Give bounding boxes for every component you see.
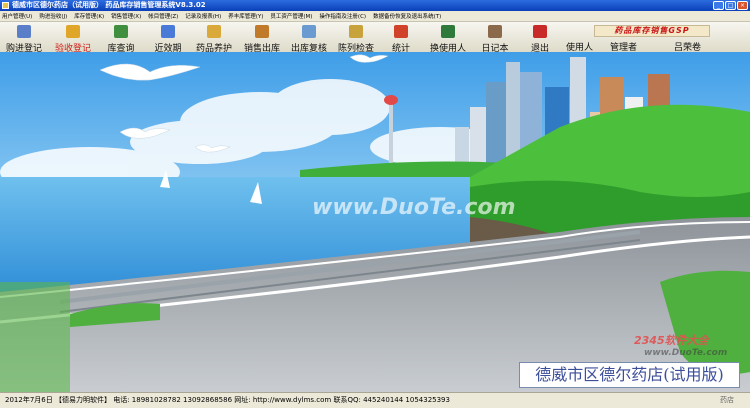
menu-bar: 用户管理(U) 购进验收(J) 库存管理(K) 销售管理(X) 帐目管理(Z) … [0,11,750,22]
check-pen-icon [66,25,80,38]
wallpaper-scene: www.DuoTe.com 2345软件大全 www.DuoTe.com [0,52,750,392]
checklist-icon [302,25,316,38]
near-expiry-button[interactable]: 近效期 [148,22,188,54]
menu-sales[interactable]: 销售管理(X) [111,12,141,20]
status-qq-label: 联系QQ: [333,396,361,404]
shelf-icon [349,25,363,38]
bar-chart-icon [394,25,408,38]
display-check-button[interactable]: 陈列检查 [334,22,378,54]
inspection-register-button[interactable]: 验收登记 [50,22,96,54]
statistics-button[interactable]: 统计 [386,22,416,54]
exit-button[interactable]: 退出 [524,22,556,54]
duote-url-watermark: www.DuoTe.com [644,348,728,358]
close-button[interactable]: × [737,1,748,10]
duote-watermark: www.DuoTe.com [312,195,516,220]
menu-staff[interactable]: 员工资产管理(M) [270,12,312,20]
outbound-review-button[interactable]: 出库复核 [287,22,331,54]
status-qq-1: 445240144 [363,396,404,404]
store-trial-stamp: 德威市区德尔药店(试用版) [519,362,740,388]
user-switch-icon [441,25,455,38]
cart-icon [255,25,269,38]
clock-icon [161,25,175,38]
status-site[interactable]: http://www.dylms.com [253,396,331,404]
pill-care-icon [207,25,221,38]
menu-storage[interactable]: 养丰库管理(Y) [228,12,263,20]
menu-backup[interactable]: 数据备份恢复及退出系统(T) [373,12,441,20]
drug-care-button[interactable]: 药品养护 [192,22,236,54]
switch-user-button[interactable]: 换使用人 [426,22,470,54]
title-bar: 德威市区德尔药店（试用版） 药品库存销售管理系统V8.3.02 _ □ × [0,0,750,11]
menu-accounts[interactable]: 帐目管理(Z) [148,12,178,20]
menu-guide[interactable]: 操作指南及注册(C) [319,12,366,20]
receipt-icon [17,25,31,38]
status-phone-2: 13092868586 [183,396,233,404]
status-vendor: 【德易力明软件】 [54,396,111,404]
app-icon [2,2,9,9]
status-qq-2: 1054325393 [405,396,450,404]
status-site-label: 网址: [234,396,251,404]
stamp-tail-watermark: 药店 [720,396,734,404]
minimize-button[interactable]: _ [713,1,724,10]
logo-2345-watermark: 2345软件大全 [634,334,709,347]
menu-user[interactable]: 用户管理(U) [2,12,32,20]
gsp-banner: 药品库存销售GSP [594,25,710,37]
menu-purchase[interactable]: 购进验收(J) [39,12,67,20]
maximize-button[interactable]: □ [725,1,736,10]
stock-query-button[interactable]: 库查询 [102,22,140,54]
status-date: 2012年7月6日 [5,396,53,404]
menu-reports[interactable]: 记录及报表(H) [185,12,221,20]
status-phone-1: 18981028782 [131,396,181,404]
purchase-register-button[interactable]: 购进登记 [2,22,46,54]
status-phone-label: 电话: [113,396,130,404]
exit-door-icon [533,25,547,38]
window-title: 德威市区德尔药店（试用版） 药品库存销售管理系统V8.3.02 [12,1,206,9]
notebook-icon [488,25,502,38]
sales-outbound-button[interactable]: 销售出库 [240,22,284,54]
status-bar: 2012年7月6日 【德易力明软件】 电话: 18981028782 13092… [0,392,750,408]
magnifier-icon [114,25,128,38]
menu-inventory[interactable]: 库存管理(K) [74,12,104,20]
diary-button[interactable]: 日记本 [476,22,514,54]
